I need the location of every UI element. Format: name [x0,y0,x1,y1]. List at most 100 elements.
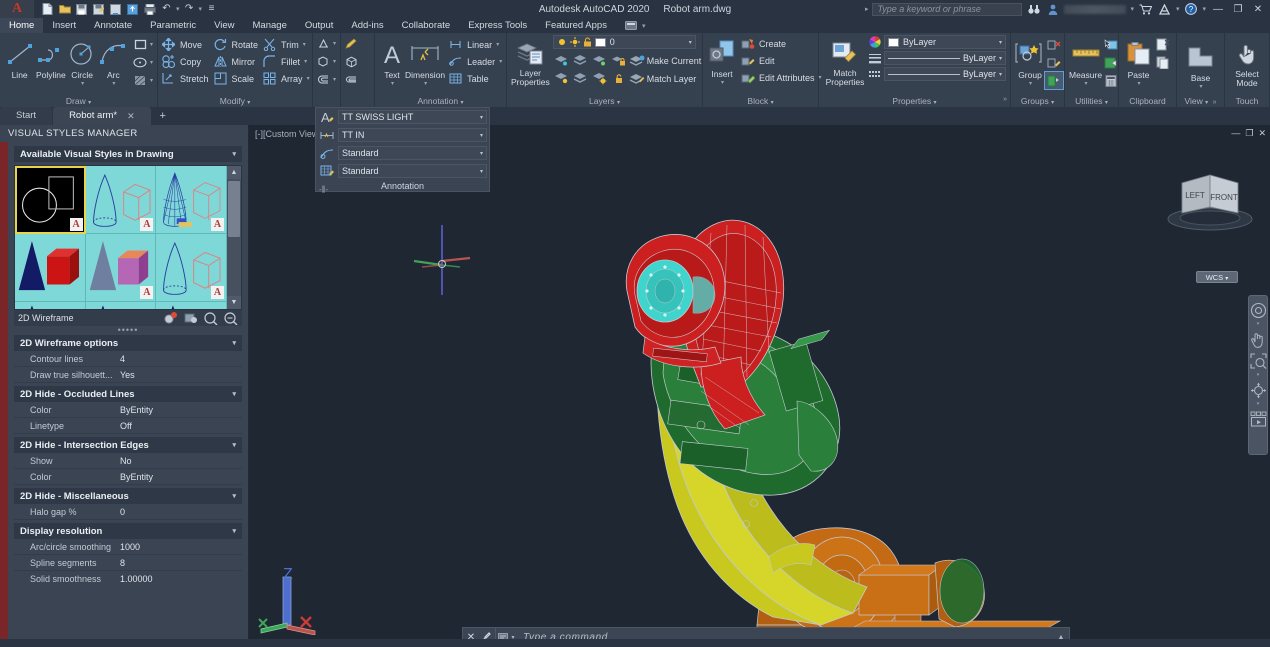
visual-style-sketchy[interactable] [86,302,157,310]
dimension-style-caret[interactable]: ▾ [480,132,483,139]
plot-icon[interactable] [142,2,157,17]
property-row[interactable]: Color ByEntity [14,469,242,485]
panel-title-layers[interactable]: Layers ▾ [507,95,702,107]
qat-customize-icon[interactable]: ≡ [204,2,219,17]
ellipse-icon[interactable] [131,54,149,71]
make-current-tool[interactable]: Make Current [629,52,702,69]
binoculars-icon[interactable] [1026,2,1041,17]
property-row[interactable]: Contour lines 4 [14,351,242,367]
rectangle-icon[interactable] [131,36,149,53]
copy-tool[interactable]: Copy [162,53,209,70]
property-value[interactable]: Off [117,421,242,431]
ribbon-tab-parametric[interactable]: Parametric [141,18,205,33]
arc-tool[interactable]: Arc ▾ [98,36,129,87]
layer-unlock-all-icon[interactable] [610,70,628,87]
dimension-style-icon[interactable] [318,127,336,143]
fillet-tool[interactable]: Fillet ▾ [263,53,310,70]
visual-styles-gallery[interactable]: A A A A [14,165,242,310]
rotate-tool[interactable]: Rotate [214,36,259,53]
help-dropdown-icon[interactable]: ▾ [1202,5,1206,13]
save-as-icon[interactable] [91,2,106,17]
export-to-toolpalette-icon[interactable] [204,312,218,325]
pencil-icon[interactable] [342,35,360,52]
wcs-caret[interactable]: ▾ [1225,276,1228,282]
panel-title-annotation[interactable]: Annotation ▾ [375,95,506,107]
gallery-scroll-up-button[interactable]: ▲ [227,166,241,179]
layer-isolate-icon[interactable] [553,52,571,69]
leader-style-combo[interactable]: Standard ▾ [338,146,487,160]
create-block-tool[interactable]: Create [741,35,822,52]
create-new-visual-style-icon[interactable] [164,312,178,324]
move-tool[interactable]: Move [162,36,209,53]
base-view-tool[interactable]: Base ▾ [1184,39,1218,90]
ribbon-tab-addins[interactable]: Add-ins [342,18,392,33]
palette-resize-grip[interactable]: ••••• [8,326,248,335]
redo-dropdown-icon[interactable]: ▾ [199,5,203,13]
panel-groups-caret[interactable]: ▾ [1051,100,1054,106]
leader-style-caret[interactable]: ▾ [480,150,483,157]
panel-view-caret[interactable]: ▾ [1205,100,1208,106]
visual-style-2d-wireframe[interactable]: A [15,166,86,234]
edit-block-tool[interactable]: Edit [741,52,822,69]
panel-title-properties[interactable]: Properties ▾ » [819,95,1010,107]
panel-title-clipboard[interactable]: Clipboard [1119,95,1176,107]
view-dialog-launcher[interactable]: » [1213,99,1217,106]
ribbon-tab-annotate[interactable]: Annotate [85,18,141,33]
account-dropdown-icon[interactable]: ▾ [1130,5,1134,13]
match-properties-tool[interactable]: Match Properties [823,35,867,87]
save-icon[interactable] [74,2,89,17]
offset-icon[interactable] [314,71,332,88]
lineweight-icon[interactable] [869,53,881,64]
property-value[interactable]: 4 [117,354,242,364]
area-measure-icon[interactable] [1102,54,1120,71]
available-styles-header[interactable]: Available Visual Styles in Drawing ▾ [14,146,242,162]
panel-utilities-caret[interactable]: ▾ [1105,100,1108,106]
layer-combo-caret[interactable]: ▾ [689,39,692,46]
gallery-scroll-thumb[interactable] [228,181,240,237]
cut-icon[interactable] [1154,36,1172,53]
table-style-combo[interactable]: Standard ▾ [338,164,487,178]
calculator-icon[interactable] [1102,72,1120,89]
ribbon-tab-home[interactable]: Home [0,18,43,33]
ribbon-display-icon[interactable] [624,18,639,33]
copy-clip-icon[interactable] [1154,54,1172,71]
mirror-tool[interactable]: Mirror [214,53,259,70]
text-tool-dropdown-icon[interactable]: ▾ [391,80,394,87]
panel-title-groups[interactable]: Groups ▾ [1011,95,1064,107]
redo-icon[interactable]: ↷ [182,2,197,17]
ribbon-tab-view[interactable]: View [205,18,243,33]
section-display-resolution-caret[interactable]: ▾ [232,527,236,535]
section-2d-hide-occluded-lines[interactable]: 2D Hide - Occluded Lines ▾ [14,386,242,402]
object-color-combo[interactable]: ByLayer ▾ [884,35,1006,49]
ribbon-tab-output[interactable]: Output [296,18,343,33]
lineweight-caret[interactable]: ▾ [999,55,1002,62]
property-row[interactable]: Show No [14,453,242,469]
section-2d-hide-intersection-edges-caret[interactable]: ▾ [232,441,236,449]
visual-style-wireframe[interactable] [156,302,227,310]
property-value[interactable]: 0 [117,507,242,517]
property-value[interactable]: ByEntity [117,405,242,415]
panel-title-view[interactable]: View ▾ » [1177,95,1224,107]
available-styles-caret[interactable]: ▾ [232,150,236,158]
array-tool[interactable]: Array ▾ [263,70,310,87]
document-tab-start[interactable]: Start [0,107,52,125]
fillet-dropdown-icon[interactable]: ▾ [304,58,307,65]
solid-edit-dropdown-icon[interactable]: ▾ [333,58,336,65]
undo-dropdown-icon[interactable]: ▾ [176,5,180,13]
section-2d-wireframe-options-caret[interactable]: ▾ [232,339,236,347]
line-tool[interactable]: Line [4,36,35,80]
showmotion-icon[interactable] [1249,409,1267,429]
table-style-caret[interactable]: ▾ [480,168,483,175]
user-account-icon[interactable] [1045,2,1060,17]
visual-style-hidden[interactable]: A [156,166,227,234]
property-row[interactable]: Halo gap % 0 [14,504,242,520]
linear-dimension-tool[interactable]: Linear ▾ [449,36,502,53]
linetype-combo[interactable]: ByLayer ▾ [884,67,1006,81]
property-value[interactable]: 1000 [117,542,242,552]
table-tool[interactable]: Table [449,70,502,87]
paste-tool[interactable]: Paste ▾ [1123,36,1154,87]
array-dropdown-icon[interactable]: ▾ [307,75,310,82]
layer-lock-icon[interactable] [610,52,628,69]
quick-select-icon[interactable] [1102,36,1120,53]
save-to-web-icon[interactable] [108,2,123,17]
